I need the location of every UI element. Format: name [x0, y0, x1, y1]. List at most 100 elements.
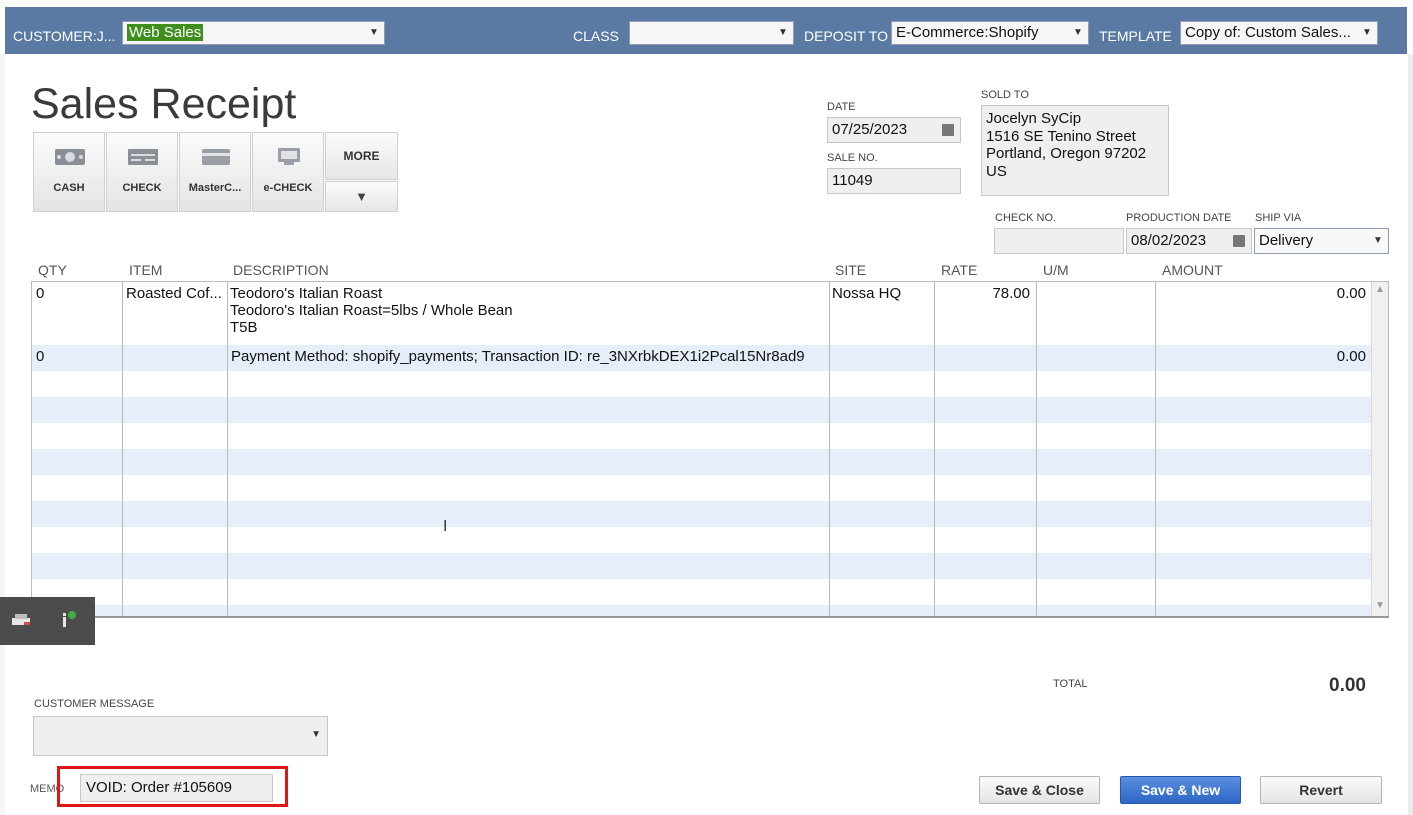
floating-toolbar — [0, 597, 95, 645]
more-payments-button[interactable]: MORE — [325, 132, 398, 180]
text-cursor-icon: I — [443, 518, 448, 535]
sold-to-line: Jocelyn SyCip — [986, 110, 1082, 127]
row1-rate[interactable]: 78.00 — [992, 285, 1030, 302]
payment-mastercard-button[interactable]: MasterC... — [179, 132, 251, 212]
sale-no-field[interactable]: 11049 — [827, 168, 961, 194]
row2-description-line[interactable]: Payment Method: shopify_payments; Transa… — [231, 348, 805, 365]
dropdown-arrow-icon[interactable]: ▼ — [367, 22, 381, 44]
sold-to-field[interactable]: Jocelyn SyCip 1516 SE Tenino Street Port… — [981, 105, 1169, 196]
printer-icon[interactable] — [10, 612, 34, 630]
column-divider — [122, 282, 123, 616]
calendar-icon[interactable] — [942, 124, 954, 136]
page-title: Sales Receipt — [31, 80, 297, 128]
col-header-um[interactable]: U/M — [1043, 262, 1069, 278]
payment-echeck-button[interactable]: e-CHECK — [252, 132, 324, 212]
col-header-qty[interactable]: QTY — [38, 262, 67, 278]
left-border — [0, 54, 5, 815]
save-close-button[interactable]: Save & Close — [979, 776, 1100, 804]
class-dropdown[interactable]: ▼ — [629, 21, 794, 45]
ship-via-dropdown[interactable]: Delivery ▼ — [1254, 228, 1389, 254]
template-value: Copy of: Custom Sales... — [1185, 24, 1351, 41]
customer-dropdown[interactable]: Web Sales ▼ — [122, 21, 385, 45]
memo-field[interactable]: VOID: Order #105609 — [80, 774, 273, 802]
cash-icon — [55, 149, 85, 165]
template-label: TEMPLATE — [1099, 28, 1172, 44]
chevron-down-icon: ▼ — [355, 189, 368, 204]
ship-via-value: Delivery — [1259, 232, 1314, 249]
customer-value: Web Sales — [127, 24, 204, 41]
dropdown-arrow-icon[interactable]: ▼ — [311, 729, 321, 740]
sale-no-label: SALE NO. — [827, 152, 878, 164]
save-new-button[interactable]: Save & New — [1120, 776, 1241, 804]
ship-via-label: SHIP VIA — [1255, 212, 1302, 224]
row2-qty[interactable]: 0 — [36, 348, 44, 365]
customer-message-dropdown[interactable]: ▼ — [33, 716, 328, 756]
dropdown-arrow-icon[interactable]: ▼ — [776, 22, 790, 44]
row-stripe — [32, 397, 1372, 423]
calendar-icon[interactable] — [1233, 235, 1245, 247]
info-icon[interactable] — [60, 610, 80, 630]
column-divider — [1155, 282, 1156, 616]
check-icon — [128, 149, 158, 165]
date-label: DATE — [827, 101, 856, 113]
column-divider — [934, 282, 935, 616]
check-no-field[interactable] — [994, 228, 1124, 254]
row1-qty[interactable]: 0 — [36, 285, 44, 302]
deposit-to-dropdown[interactable]: E-Commerce:Shopify ▼ — [891, 21, 1089, 45]
date-value: 07/25/2023 — [832, 121, 908, 138]
sale-no-value: 11049 — [832, 172, 873, 189]
date-field[interactable]: 07/25/2023 — [827, 117, 961, 143]
sold-to-line: Portland, Oregon 97202 — [986, 145, 1147, 162]
row-stripe — [32, 449, 1372, 475]
payment-cash-label: CASH — [53, 182, 85, 194]
column-divider — [829, 282, 830, 616]
payment-cash-button[interactable]: CASH — [33, 132, 105, 212]
echeck-icon — [278, 148, 300, 165]
col-header-item[interactable]: ITEM — [129, 262, 162, 278]
col-header-site[interactable]: SITE — [835, 262, 866, 278]
scroll-up-icon[interactable]: ▲ — [1374, 284, 1386, 298]
sold-to-label: SOLD TO — [981, 89, 1029, 101]
line-items-grid[interactable]: 0 Roasted Cof... Teodoro's Italian Roast… — [31, 281, 1389, 617]
row1-site[interactable]: Nossa HQ — [832, 285, 901, 302]
sold-to-line: 1516 SE Tenino Street — [986, 127, 1136, 145]
dropdown-arrow-icon[interactable]: ▼ — [1360, 22, 1374, 44]
grid-bottom-border — [31, 616, 1389, 618]
template-dropdown[interactable]: Copy of: Custom Sales... ▼ — [1180, 21, 1378, 45]
row1-description-line[interactable]: Teodoro's Italian Roast — [230, 285, 382, 302]
col-header-description[interactable]: DESCRIPTION — [233, 262, 329, 278]
col-header-amount[interactable]: AMOUNT — [1162, 262, 1223, 278]
column-divider — [227, 282, 228, 616]
row-stripe — [32, 501, 1372, 527]
grid-scrollbar[interactable]: ▲ ▼ — [1371, 282, 1388, 616]
row1-description-line[interactable]: Teodoro's Italian Roast=5lbs / Whole Bea… — [230, 302, 513, 319]
row-stripe — [32, 553, 1372, 579]
dropdown-arrow-icon[interactable]: ▼ — [1071, 22, 1085, 44]
check-no-label: CHECK NO. — [995, 212, 1057, 224]
production-date-label: PRODUCTION DATE — [1126, 212, 1232, 224]
production-date-field[interactable]: 08/02/2023 — [1126, 228, 1252, 254]
customer-message-label: CUSTOMER MESSAGE — [34, 698, 155, 710]
col-header-rate[interactable]: RATE — [941, 262, 977, 278]
payment-mastercard-label: MasterC... — [188, 182, 242, 194]
row1-item[interactable]: Roasted Cof... — [126, 285, 222, 302]
row2-amount[interactable]: 0.00 — [1337, 348, 1366, 365]
deposit-to-value: E-Commerce:Shopify — [896, 24, 1039, 41]
customer-label: CUSTOMER:J... — [13, 28, 116, 44]
payment-check-button[interactable]: CHECK — [106, 132, 178, 212]
scroll-down-icon[interactable]: ▼ — [1374, 600, 1386, 614]
column-divider — [1036, 282, 1037, 616]
more-payments-dropdown[interactable]: ▼ — [325, 181, 398, 212]
row1-description-line[interactable]: T5B — [230, 319, 258, 336]
payment-check-label: CHECK — [122, 182, 162, 194]
right-border — [1408, 54, 1413, 815]
deposit-to-label: DEPOSIT TO — [804, 28, 889, 44]
row1-amount[interactable]: 0.00 — [1337, 285, 1366, 302]
sold-to-line: US — [986, 162, 1007, 180]
credit-card-icon — [202, 149, 230, 165]
class-label: CLASS — [573, 28, 619, 44]
total-label: TOTAL — [1053, 678, 1088, 690]
production-date-value: 08/02/2023 — [1131, 232, 1207, 249]
revert-button[interactable]: Revert — [1260, 776, 1382, 804]
dropdown-arrow-icon[interactable]: ▼ — [1371, 229, 1385, 251]
